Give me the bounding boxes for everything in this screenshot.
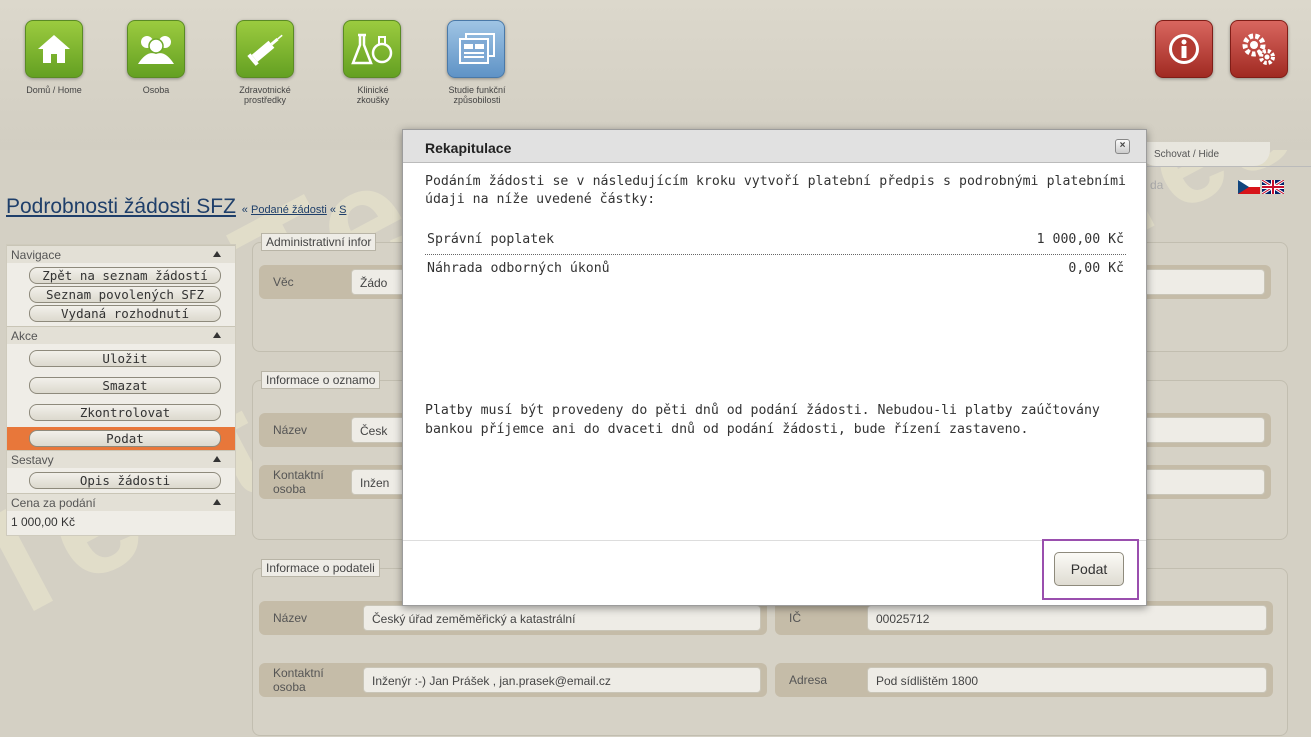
applicant-name-field: Název Český úřad zeměměřický a katastrál… [259, 601, 767, 635]
active-action-row: Podat [7, 427, 235, 450]
check-button[interactable]: Zkontrolovat [29, 404, 221, 421]
toolbar-item-home[interactable]: Domů / Home [22, 20, 86, 95]
sidebar-section-navigation[interactable]: Navigace [7, 245, 235, 263]
submit-button[interactable]: Podat [1054, 552, 1124, 586]
application-copy-button[interactable]: Opis žádosti [29, 472, 221, 489]
applicant-ic-input[interactable]: 00025712 [867, 605, 1267, 631]
breadcrumb-link[interactable]: S [339, 204, 346, 216]
applicant-ic-field: IČ 00025712 [775, 601, 1273, 635]
people-icon [127, 20, 185, 78]
issued-decisions-button[interactable]: Vydaná rozhodnutí [29, 305, 221, 322]
top-toolbar: Domů / Home Osoba Zdravotnické prostředk… [0, 0, 1311, 150]
delete-button[interactable]: Smazat [29, 377, 221, 394]
fee-row: Správní poplatek 1 000,00 Kč [425, 227, 1126, 255]
recap-dialog: Rekapitulace × Podáním žádosti se v násl… [402, 129, 1147, 606]
allowed-sfz-button[interactable]: Seznam povolených SFZ [29, 286, 221, 303]
gears-icon [1230, 20, 1288, 78]
dialog-body: Podáním žádosti se v následujícím kroku … [403, 163, 1146, 283]
hide-toolbar-tab[interactable]: Schovat / Hide [1140, 142, 1270, 166]
collapse-icon[interactable] [213, 499, 221, 505]
breadcrumb: « Podané žádosti « S [241, 204, 347, 216]
applicant-name-input[interactable]: Český úřad zeměměřický a katastrální [363, 605, 761, 631]
toolbar-item-medical-devices[interactable]: Zdravotnické prostředky [233, 20, 297, 105]
czech-flag-icon[interactable] [1238, 180, 1260, 194]
divider [1140, 166, 1311, 167]
applicant-contact-input[interactable]: Inženýr :-) Jan Prášek , jan.prasek@emai… [363, 667, 761, 693]
back-to-list-button[interactable]: Zpět na seznam žádostí [29, 267, 221, 284]
uk-flag-icon[interactable] [1261, 178, 1285, 196]
sidebar-section-price[interactable]: Cena za podání [7, 493, 235, 511]
collapse-icon[interactable] [213, 332, 221, 338]
user-text: da [1150, 178, 1164, 192]
syringe-icon [236, 20, 294, 78]
fee-row: Náhrada odborných úkonů 0,00 Kč [427, 261, 1124, 276]
toolbar-item-studies[interactable]: Studie funkční způsobilosti [444, 20, 508, 105]
flask-icon [343, 20, 401, 78]
dialog-title: Rekapitulace [425, 140, 512, 156]
collapse-icon[interactable] [213, 456, 221, 462]
info-button[interactable] [1152, 20, 1216, 78]
home-icon [25, 20, 83, 78]
payment-note: Platby musí být provedeny do pěti dnů od… [425, 403, 1100, 437]
applicant-address-input[interactable]: Pod sídlištěm 1800 [867, 667, 1267, 693]
close-icon[interactable]: × [1115, 139, 1130, 154]
sidebar-section-reports[interactable]: Sestavy [7, 450, 235, 468]
dialog-intro: Podáním žádosti se v následujícím kroku … [425, 174, 1126, 207]
dialog-footer: Podat [403, 539, 1146, 605]
submission-price: 1 000,00 Kč [11, 515, 76, 529]
toolbar-item-clinical-trials[interactable]: Klinické zkoušky [340, 20, 404, 105]
documents-icon [447, 20, 505, 78]
toolbar-item-person[interactable]: Osoba [124, 20, 188, 95]
collapse-icon[interactable] [213, 251, 221, 257]
breadcrumb-link[interactable]: Podané žádosti [251, 204, 327, 216]
save-button[interactable]: Uložit [29, 350, 221, 367]
dialog-header: Rekapitulace × [403, 130, 1146, 163]
settings-button[interactable] [1227, 20, 1291, 78]
applicant-contact-field: Kontaktní osoba Inženýr :-) Jan Prášek ,… [259, 663, 767, 697]
page-title: Podrobnosti žádosti SFZ « Podané žádosti… [6, 195, 347, 218]
sidebar: Navigace Zpět na seznam žádostí Seznam p… [6, 244, 236, 536]
info-icon [1155, 20, 1213, 78]
submit-sidebar-button[interactable]: Podat [29, 430, 221, 447]
sidebar-section-actions[interactable]: Akce [7, 326, 235, 344]
applicant-address-field: Adresa Pod sídlištěm 1800 [775, 663, 1273, 697]
